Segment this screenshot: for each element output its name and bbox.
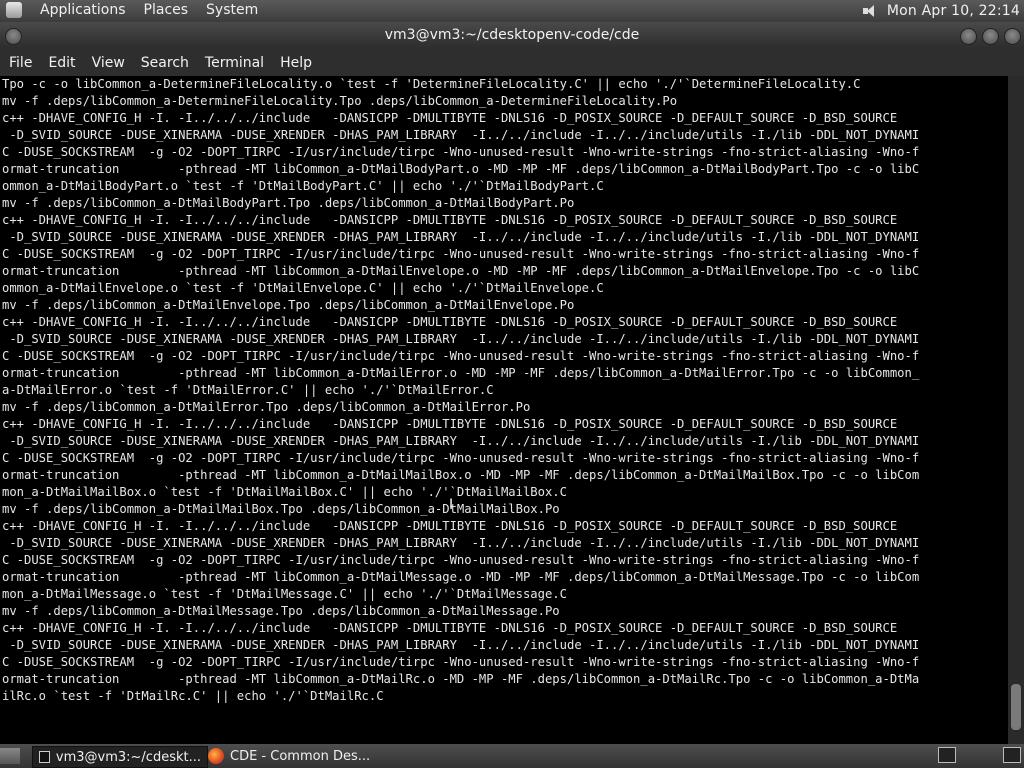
terminal-line: C -DUSE_SOCKSTREAM -g -O2 -DOPT_TIRPC -I…: [2, 247, 920, 261]
terminal-line: c++ -DHAVE_CONFIG_H -I. -I../../../inclu…: [2, 213, 898, 227]
menubar: File Edit View Search Terminal Help: [0, 49, 1024, 76]
terminal-line: ormat-truncation -pthread -MT libCommon_…: [2, 366, 920, 380]
terminal-line: -D_SVID_SOURCE -DUSE_XINERAMA -DUSE_XREN…: [2, 332, 920, 346]
terminal-line: ormat-truncation -pthread -MT libCommon_…: [2, 468, 920, 482]
terminal-line: C -DUSE_SOCKSTREAM -g -O2 -DOPT_TIRPC -I…: [2, 553, 920, 567]
terminal-line: c++ -DHAVE_CONFIG_H -I. -I../../../inclu…: [2, 111, 898, 125]
terminal-line: ommon_a-DtMailBodyPart.o `test -f 'DtMai…: [2, 179, 604, 193]
terminal-output[interactable]: Tpo -c -o libCommon_a-DetermineFileLocal…: [0, 76, 1008, 744]
terminal-line: mv -f .deps/libCommon_a-DtMailEnvelope.T…: [2, 298, 575, 312]
text-cursor-ibeam-icon: I: [449, 497, 454, 513]
terminal-line: mon_a-DtMailMessage.o `test -f 'DtMailMe…: [2, 587, 567, 601]
menu-system[interactable]: System: [206, 2, 258, 18]
menu-view[interactable]: View: [84, 55, 133, 71]
distro-logo-icon[interactable]: [6, 2, 22, 18]
menu-terminal[interactable]: Terminal: [197, 55, 272, 71]
terminal-line: c++ -DHAVE_CONFIG_H -I. -I../../../inclu…: [2, 621, 898, 635]
terminal-line: C -DUSE_SOCKSTREAM -g -O2 -DOPT_TIRPC -I…: [2, 349, 920, 363]
terminal-line: C -DUSE_SOCKSTREAM -g -O2 -DOPT_TIRPC -I…: [2, 451, 920, 465]
task-firefox[interactable]: CDE - Common Des...: [202, 746, 384, 766]
firefox-icon: [208, 748, 224, 764]
menu-applications[interactable]: Applications: [40, 2, 126, 18]
show-desktop-icon[interactable]: [0, 748, 20, 764]
terminal-line: c++ -DHAVE_CONFIG_H -I. -I../../../inclu…: [2, 315, 898, 329]
menu-search[interactable]: Search: [133, 55, 197, 71]
menu-places[interactable]: Places: [144, 2, 189, 18]
terminal-line: -D_SVID_SOURCE -DUSE_XINERAMA -DUSE_XREN…: [2, 230, 920, 244]
terminal-line: C -DUSE_SOCKSTREAM -g -O2 -DOPT_TIRPC -I…: [2, 145, 920, 159]
window-title: vm3@vm3:~/cdesktopenv-code/cde: [384, 27, 640, 43]
terminal-line: ormat-truncation -pthread -MT libCommon_…: [2, 264, 920, 278]
tray-terminal-icon[interactable]: [938, 747, 956, 763]
scrollbar-thumb[interactable]: [1011, 684, 1021, 730]
task-label: vm3@vm3:~/cdeskt...: [55, 749, 201, 765]
terminal-line: mv -f .deps/libCommon_a-DetermineFileLoc…: [2, 94, 678, 108]
window-titlebar[interactable]: vm3@vm3:~/cdesktopenv-code/cde: [0, 22, 1024, 49]
menu-edit[interactable]: Edit: [40, 55, 83, 71]
terminal-line: -D_SVID_SOURCE -DUSE_XINERAMA -DUSE_XREN…: [2, 434, 920, 448]
task-label: CDE - Common Des...: [230, 748, 371, 764]
terminal-line: ormat-truncation -pthread -MT libCommon_…: [2, 570, 920, 584]
terminal-line: c++ -DHAVE_CONFIG_H -I. -I../../../inclu…: [2, 417, 898, 431]
terminal-scrollbar[interactable]: [1008, 76, 1024, 744]
terminal-line: mv -f .deps/libCommon_a-DtMailBodyPart.T…: [2, 196, 575, 210]
terminal-icon: [39, 751, 50, 763]
terminal-line: c++ -DHAVE_CONFIG_H -I. -I../../../inclu…: [2, 519, 898, 533]
close-button[interactable]: [1004, 28, 1021, 45]
terminal-line: C -DUSE_SOCKSTREAM -g -O2 -DOPT_TIRPC -I…: [2, 655, 920, 669]
terminal-line: ormat-truncation -pthread -MT libCommon_…: [2, 672, 920, 686]
workspace-switcher-icon[interactable]: [1003, 747, 1021, 763]
terminal-line: mon_a-DtMailMailBox.o `test -f 'DtMailMa…: [2, 485, 567, 499]
menu-help[interactable]: Help: [272, 55, 320, 71]
bottom-taskbar: vm3@vm3:~/cdeskt... CDE - Common Des...: [0, 744, 1024, 768]
terminal-line: -D_SVID_SOURCE -DUSE_XINERAMA -DUSE_XREN…: [2, 638, 920, 652]
terminal-line: -D_SVID_SOURCE -DUSE_XINERAMA -DUSE_XREN…: [2, 536, 920, 550]
top-panel: Applications Places System Mon Apr 10, 2…: [0, 0, 1024, 22]
terminal-line: Tpo -c -o libCommon_a-DetermineFileLocal…: [2, 77, 861, 91]
terminal-line: -D_SVID_SOURCE -DUSE_XINERAMA -DUSE_XREN…: [2, 128, 920, 142]
terminal-line: mv -f .deps/libCommon_a-DtMailMessage.Tp…: [2, 604, 560, 618]
terminal-line: a-DtMailError.o `test -f 'DtMailError.C'…: [2, 383, 494, 397]
terminal-line: mv -f .deps/libCommon_a-DtMailError.Tpo …: [2, 400, 531, 414]
clock[interactable]: Mon Apr 10, 22:14: [887, 3, 1020, 19]
task-terminal[interactable]: vm3@vm3:~/cdeskt...: [32, 746, 208, 768]
volume-icon[interactable]: [861, 3, 879, 19]
terminal-line: ommon_a-DtMailEnvelope.o `test -f 'DtMai…: [2, 281, 604, 295]
menu-file[interactable]: File: [0, 55, 40, 71]
terminal-line: ormat-truncation -pthread -MT libCommon_…: [2, 162, 920, 176]
terminal-line: mv -f .deps/libCommon_a-DtMailMailBox.Tp…: [2, 502, 560, 516]
maximize-button[interactable]: [982, 28, 999, 45]
minimize-button[interactable]: [960, 28, 977, 45]
terminal-line: ilRc.o `test -f 'DtMailRc.C' || echo './…: [2, 689, 384, 703]
